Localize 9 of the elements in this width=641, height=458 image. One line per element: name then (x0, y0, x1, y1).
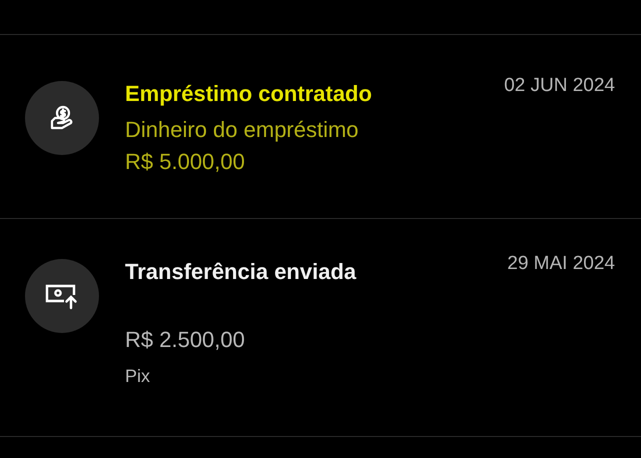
transaction-amount: R$ 5.000,00 (125, 148, 246, 176)
transaction-description: Dinheiro do empréstimo (125, 117, 359, 142)
transaction-title: Transferência enviada (125, 259, 358, 285)
transaction-date: 02 JUN 2024 (504, 75, 615, 97)
transaction-title: Empréstimo contratado (125, 81, 373, 107)
transaction-date: 29 MAI 2024 (507, 253, 615, 275)
payment-method: Pix (125, 365, 152, 387)
hand-coin-icon (49, 105, 75, 131)
transaction-amount: R$ 2.500,00 (125, 326, 246, 354)
